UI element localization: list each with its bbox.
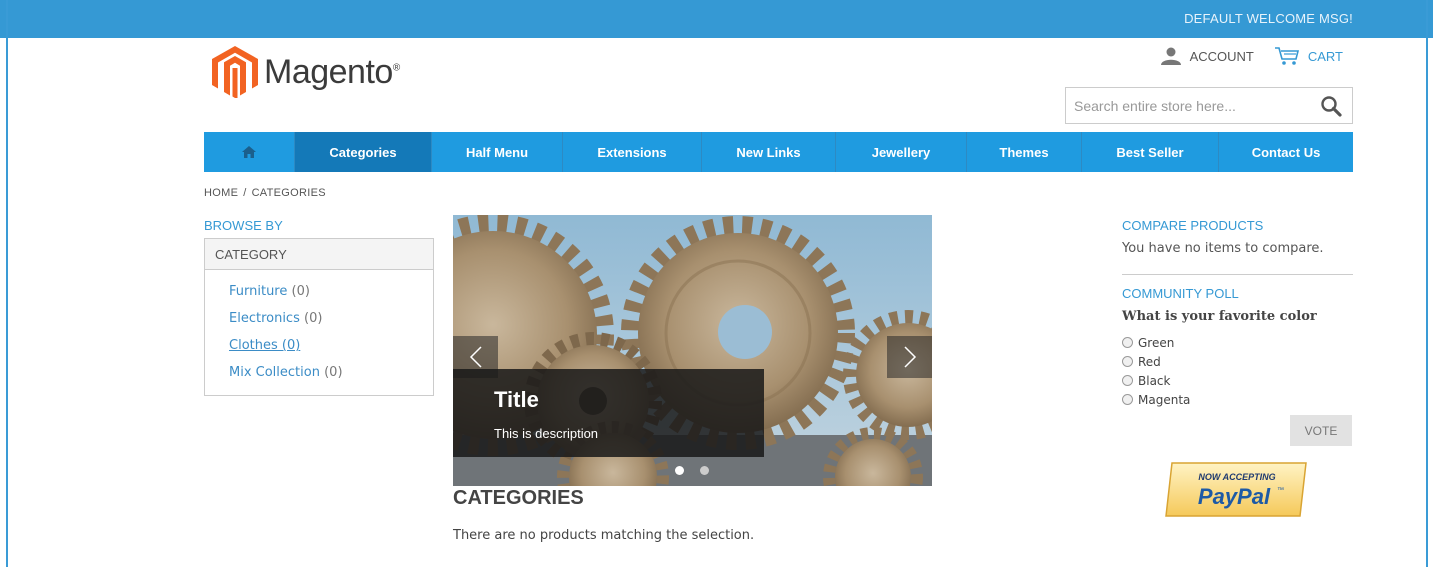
compare-empty-text: You have no items to compare. [1122, 241, 1324, 256]
nav-extensions[interactable]: Extensions [563, 132, 702, 172]
paypal-badge: NOW ACCEPTING PayPal ™ [1165, 462, 1307, 517]
browse-by-title: BROWSE BY [204, 218, 283, 233]
poll-option-label: Black [1138, 373, 1171, 388]
slider-dot-2[interactable] [700, 466, 709, 475]
paypal-line2: PayPal [1198, 484, 1271, 509]
list-item: Mix Collection (0) [229, 365, 433, 382]
search-input[interactable] [1066, 88, 1306, 123]
search-icon[interactable] [1320, 95, 1342, 117]
slide-caption: Title This is description [453, 369, 764, 457]
logo-text: Magento® [264, 52, 400, 91]
breadcrumb-separator: / [243, 187, 247, 199]
paypal-tm: ™ [1277, 487, 1284, 494]
sidebar-divider [1122, 274, 1353, 275]
poll-options: Green Red Black Magenta [1122, 333, 1190, 409]
cart-link[interactable]: CART [1274, 46, 1343, 66]
top-links: ACCOUNT CART [1160, 46, 1343, 66]
home-icon [242, 146, 256, 158]
breadcrumb: HOME / CATEGORIES [204, 187, 326, 199]
breadcrumb-home[interactable]: HOME [204, 187, 238, 199]
search-box [1065, 87, 1353, 124]
nav-new-links[interactable]: New Links [702, 132, 836, 172]
category-list: Furniture (0) Electronics (0) Clothes (0… [205, 270, 433, 382]
category-count: (0) [324, 365, 343, 380]
cart-icon [1274, 47, 1299, 65]
cart-label: CART [1307, 48, 1343, 64]
list-item: Electronics (0) [229, 311, 433, 328]
poll-option-label: Red [1138, 354, 1161, 369]
empty-message: There are no products matching the selec… [453, 528, 755, 543]
nav-contact-us[interactable]: Contact Us [1219, 132, 1353, 172]
category-count: (0) [304, 311, 323, 326]
poll-title: COMMUNITY POLL [1122, 286, 1239, 301]
radio-button[interactable] [1122, 375, 1133, 386]
radio-button[interactable] [1122, 337, 1133, 348]
slider-dots [675, 466, 709, 475]
poll-option-magenta[interactable]: Magenta [1122, 390, 1190, 409]
nav-jewellery[interactable]: Jewellery [836, 132, 967, 172]
category-link-electronics[interactable]: Electronics [229, 311, 300, 326]
nav-half-menu[interactable]: Half Menu [432, 132, 563, 172]
nav-themes[interactable]: Themes [967, 132, 1082, 172]
poll-option-black[interactable]: Black [1122, 371, 1190, 390]
user-icon [1160, 47, 1181, 65]
category-filter: CATEGORY Furniture (0) Electronics (0) C… [204, 238, 434, 396]
poll-option-green[interactable]: Green [1122, 333, 1190, 352]
slide-description: This is description [494, 426, 599, 441]
account-link[interactable]: ACCOUNT [1160, 47, 1254, 65]
main-nav: Categories Half Menu Extensions New Link… [204, 132, 1353, 172]
radio-button[interactable] [1122, 394, 1133, 405]
nav-best-seller[interactable]: Best Seller [1082, 132, 1219, 172]
store-logo[interactable]: Magento® [212, 46, 400, 98]
slider-dot-1[interactable] [675, 466, 684, 475]
magento-logo-icon [212, 46, 258, 98]
category-count: (0) [291, 284, 310, 299]
banner-slider: Title This is description [453, 215, 932, 486]
category-link-furniture[interactable]: Furniture [229, 284, 287, 299]
nav-home[interactable] [204, 132, 295, 172]
chevron-right-icon [903, 346, 916, 368]
page-title: CATEGORIES [453, 487, 584, 509]
breadcrumb-current: CATEGORIES [251, 187, 326, 199]
list-item: Furniture (0) [229, 284, 433, 301]
poll-option-label: Green [1138, 335, 1175, 350]
category-link-mix-collection[interactable]: Mix Collection [229, 365, 320, 380]
slider-next-button[interactable] [887, 336, 932, 378]
category-link-clothes[interactable]: Clothes (0) [229, 338, 300, 353]
poll-question: What is your favorite color [1122, 309, 1317, 324]
compare-title: COMPARE PRODUCTS [1122, 218, 1264, 233]
slide-title: Title [494, 387, 539, 412]
paypal-line1: NOW ACCEPTING [1198, 472, 1275, 482]
vote-button[interactable]: VOTE [1290, 415, 1352, 446]
account-label: ACCOUNT [1189, 48, 1254, 64]
nav-categories[interactable]: Categories [295, 132, 432, 172]
category-filter-header[interactable]: CATEGORY [205, 239, 433, 270]
list-item: Clothes (0) [229, 338, 433, 355]
radio-button[interactable] [1122, 356, 1133, 367]
chevron-left-icon [469, 346, 482, 368]
poll-option-label: Magenta [1138, 392, 1191, 407]
poll-option-red[interactable]: Red [1122, 352, 1190, 371]
